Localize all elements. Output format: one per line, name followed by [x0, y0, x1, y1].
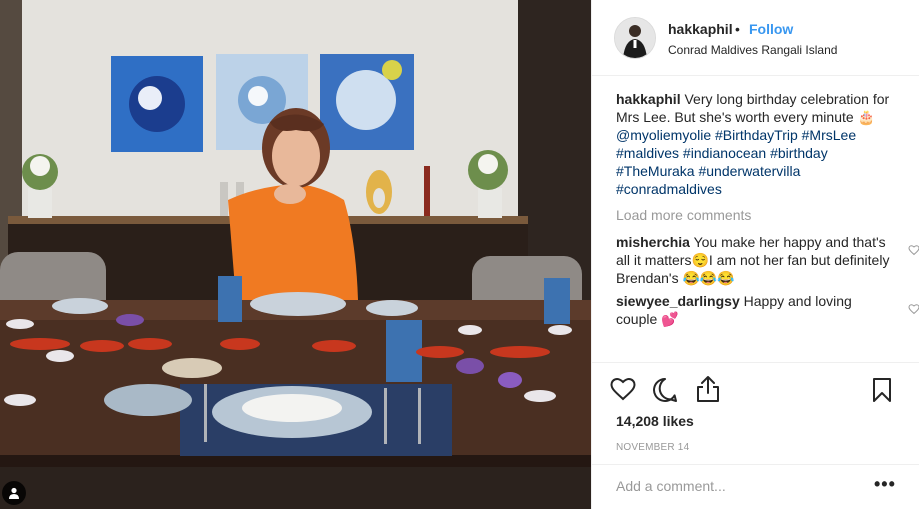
- comment-like-icon[interactable]: [908, 244, 919, 256]
- user-tag-button[interactable]: [2, 481, 26, 505]
- header-separator: •: [735, 21, 740, 37]
- comment-icon[interactable]: [652, 377, 678, 403]
- comment-username[interactable]: siewyee_darlingsy: [616, 293, 740, 309]
- post-actions: 14,208 likes NOVEMBER 14 •••: [592, 362, 919, 509]
- comments-section: hakkaphil Very long birthday celebration…: [616, 90, 919, 328]
- more-options-button[interactable]: •••: [874, 474, 896, 495]
- comment-username[interactable]: misherchia: [616, 234, 690, 250]
- heart-icon[interactable]: [610, 377, 636, 401]
- comment-like-icon[interactable]: [908, 303, 919, 315]
- caption-username[interactable]: hakkaphil: [616, 91, 681, 107]
- post-header: hakkaphil • Follow Conrad Maldives Ranga…: [592, 0, 919, 76]
- likes-count[interactable]: 14,208 likes: [616, 413, 694, 429]
- load-more-comments-button[interactable]: Load more comments: [616, 206, 906, 224]
- header-username[interactable]: hakkaphil: [668, 21, 733, 37]
- user-icon: [9, 487, 19, 499]
- comment-item: siewyee_darlingsy Happy and loving coupl…: [616, 292, 919, 328]
- caption-mention[interactable]: @myoliemyolie: [616, 127, 711, 143]
- avatar[interactable]: [614, 17, 656, 59]
- photo-scene: [0, 0, 591, 509]
- instagram-post: hakkaphil • Follow Conrad Maldives Ranga…: [0, 0, 919, 509]
- location-link[interactable]: Conrad Maldives Rangali Island: [668, 43, 837, 57]
- comment-item: misherchia You make her happy and that's…: [616, 233, 919, 287]
- follow-button[interactable]: Follow: [749, 21, 793, 37]
- post-date[interactable]: NOVEMBER 14: [616, 442, 689, 453]
- bookmark-icon[interactable]: [872, 377, 892, 403]
- share-icon[interactable]: [696, 375, 720, 403]
- add-comment-bar: •••: [592, 464, 919, 509]
- caption: hakkaphil Very long birthday celebration…: [616, 90, 906, 198]
- post-side-panel: hakkaphil • Follow Conrad Maldives Ranga…: [591, 0, 919, 509]
- add-comment-input[interactable]: [616, 478, 866, 494]
- avatar-image: [615, 18, 655, 58]
- post-photo[interactable]: [0, 0, 591, 509]
